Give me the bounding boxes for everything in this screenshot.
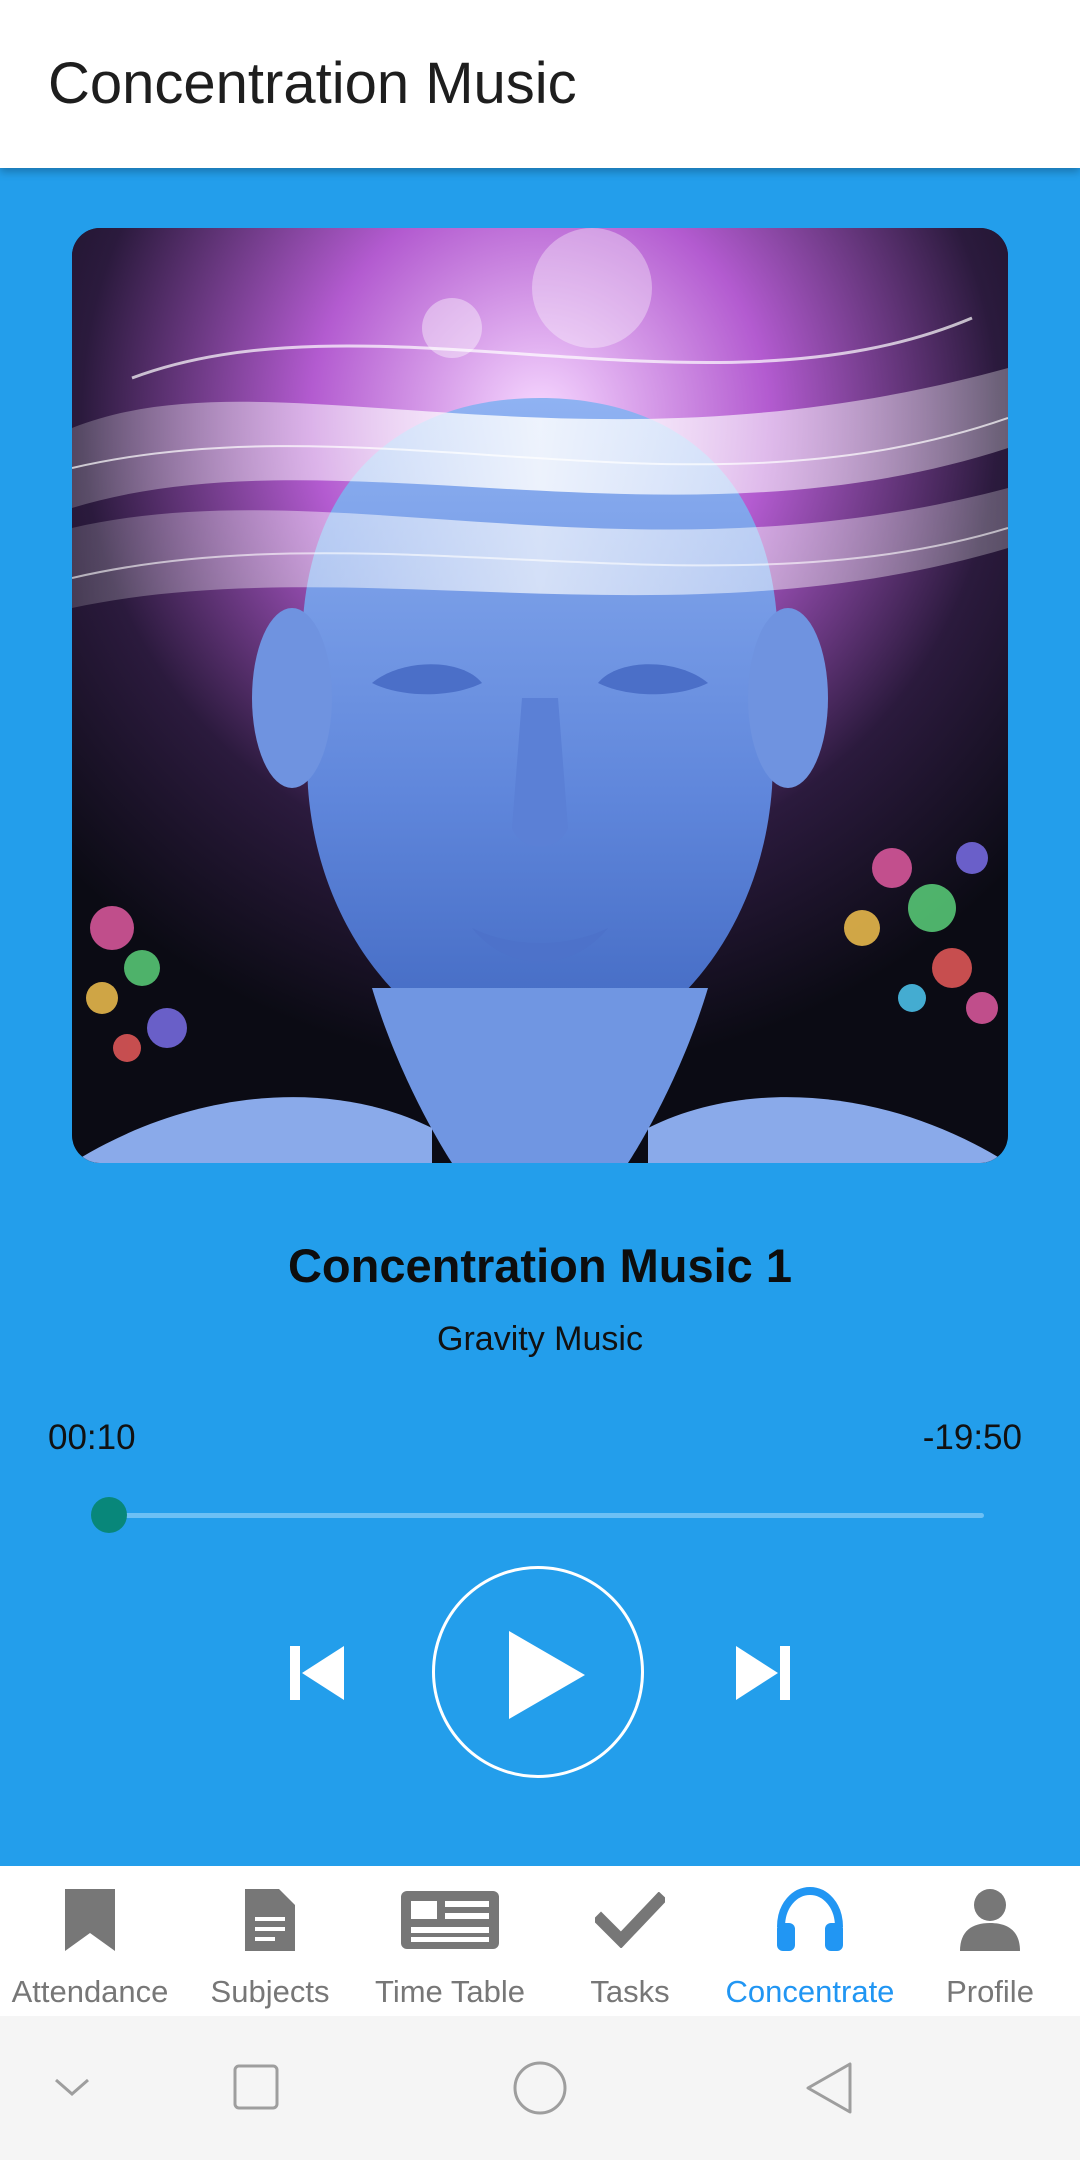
next-track-button[interactable] bbox=[728, 1638, 798, 1708]
nav-label: Attendance bbox=[11, 1974, 169, 2009]
person-icon bbox=[960, 1889, 1020, 1951]
app-bar: Concentration Music bbox=[0, 0, 1080, 168]
nav-label: Tasks bbox=[590, 1974, 670, 2009]
nav-item-profile[interactable]: Profile bbox=[900, 1866, 1080, 2016]
collapse-button[interactable] bbox=[52, 2058, 92, 2123]
checkmark-icon bbox=[595, 1892, 665, 1948]
seek-bar[interactable] bbox=[91, 1497, 984, 1533]
track-artist: Gravity Music bbox=[437, 1320, 643, 1358]
nav-item-subjects[interactable]: Subjects bbox=[180, 1866, 360, 2016]
nav-label: Subjects bbox=[210, 1974, 330, 2009]
home-circle-icon bbox=[513, 2061, 567, 2115]
previous-track-button[interactable] bbox=[282, 1638, 352, 1708]
play-icon bbox=[509, 1631, 585, 1719]
remaining-time: -19:50 bbox=[922, 1418, 1022, 1457]
music-player: Concentration Music 1 Gravity Music 00:1… bbox=[0, 168, 1080, 1866]
page-title: Concentration Music bbox=[48, 51, 577, 116]
bookmark-icon bbox=[65, 1889, 115, 1951]
nav-item-tasks[interactable]: Tasks bbox=[540, 1866, 720, 2016]
bottom-navigation: Attendance Subjects Time Table Tasks Con… bbox=[0, 1866, 1080, 2016]
recents-button[interactable] bbox=[232, 2058, 280, 2123]
nav-item-attendance[interactable]: Attendance bbox=[0, 1866, 180, 2016]
skip-next-icon bbox=[736, 1646, 790, 1700]
album-art bbox=[72, 228, 1008, 1163]
chevron-down-icon bbox=[55, 2078, 89, 2096]
nav-label: Concentrate bbox=[725, 1974, 895, 2009]
system-navigation-bar bbox=[0, 2016, 1080, 2160]
document-icon bbox=[245, 1889, 295, 1951]
back-button[interactable] bbox=[800, 2058, 856, 2123]
skip-previous-icon bbox=[290, 1646, 344, 1700]
nav-item-time-table[interactable]: Time Table bbox=[360, 1866, 540, 2016]
seek-bar-thumb[interactable] bbox=[91, 1497, 128, 1533]
nav-label: Profile bbox=[946, 1974, 1034, 2009]
nav-label: Time Table bbox=[375, 1974, 525, 2009]
back-triangle-icon bbox=[806, 2062, 852, 2114]
nav-item-concentrate[interactable]: Concentrate bbox=[720, 1866, 900, 2016]
track-title: Concentration Music 1 bbox=[287, 1239, 792, 1292]
home-button[interactable] bbox=[510, 2058, 570, 2123]
recents-square-icon bbox=[233, 2064, 279, 2110]
headphones-icon bbox=[777, 1887, 843, 1951]
newspaper-icon bbox=[401, 1891, 499, 1949]
elapsed-time: 00:10 bbox=[48, 1418, 136, 1457]
play-button[interactable] bbox=[432, 1566, 644, 1778]
